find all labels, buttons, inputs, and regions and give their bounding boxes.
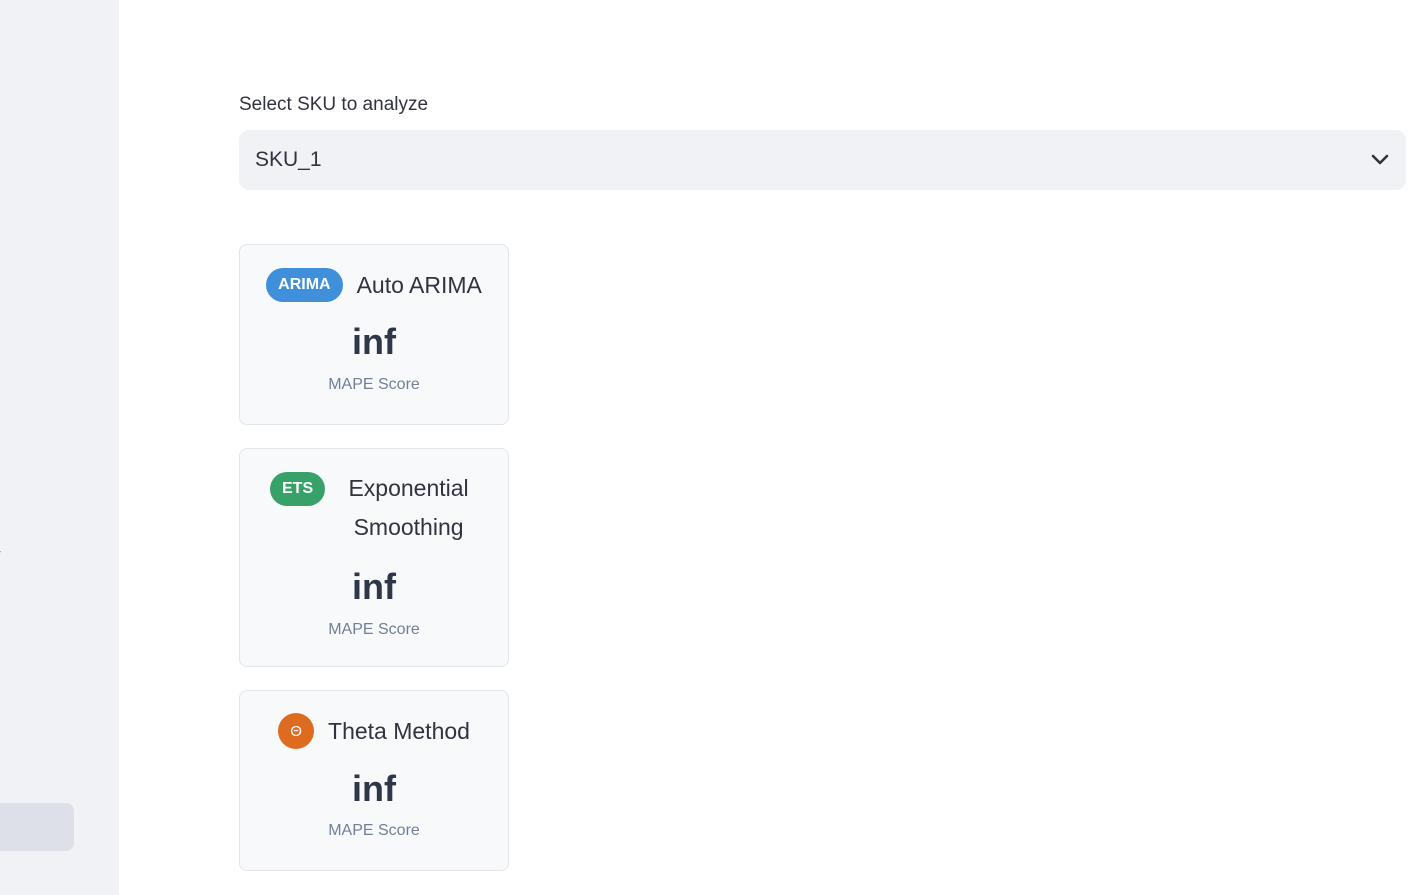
arima-badge: ARIMA <box>266 268 343 302</box>
sidebar-button[interactable] <box>0 803 74 851</box>
mape-score-label: MAPE Score <box>328 822 420 839</box>
mape-score-label: MAPE Score <box>328 376 420 393</box>
main-content: Select SKU to analyze SKU_1 ARIMA Auto A… <box>239 0 1406 895</box>
theta-icon: Θ <box>278 713 315 749</box>
sku-select-label: Select SKU to analyze <box>239 94 429 115</box>
model-name: Exponential Smoothing <box>348 475 469 540</box>
model-card-ets: ETS Exponential Smoothing inf MAPE Score <box>239 448 509 667</box>
ets-badge: ETS <box>270 472 326 506</box>
mape-score-label: MAPE Score <box>328 621 420 638</box>
model-name: Theta Method <box>328 718 470 744</box>
model-card-theta: Θ Theta Method inf MAPE Score <box>239 690 509 871</box>
mape-score-value: inf <box>352 768 396 809</box>
model-card-arima: ARIMA Auto ARIMA inf MAPE Score <box>239 244 509 425</box>
chevron-down-icon <box>1370 150 1390 170</box>
mape-score-value: inf <box>352 566 396 607</box>
sku-select-value: SKU_1 <box>255 148 322 171</box>
mape-score-value: inf <box>352 321 396 362</box>
model-name: Auto ARIMA <box>356 272 482 298</box>
sidebar: w <box>0 0 119 895</box>
sku-select[interactable]: SKU_1 <box>239 130 1406 190</box>
